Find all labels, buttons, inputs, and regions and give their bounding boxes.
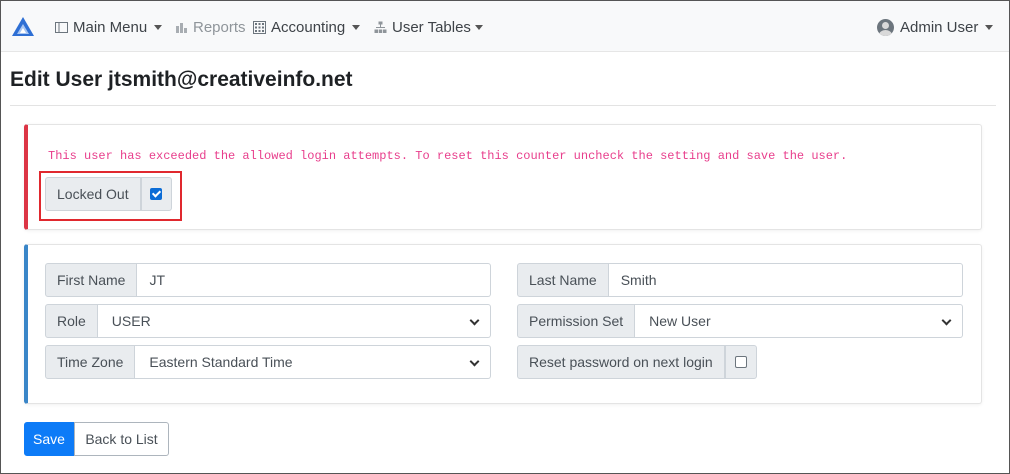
nav-accounting[interactable]: Accounting (253, 17, 361, 37)
nav-user-menu[interactable]: Admin User (877, 17, 994, 37)
role-group: Role USER (45, 304, 491, 338)
first-name-group: First Name JT (45, 263, 491, 297)
permission-set-select-value: New User (649, 313, 711, 329)
avatar-icon (877, 18, 894, 36)
time-zone-select[interactable]: Eastern Standard Time (135, 345, 491, 379)
locked-out-checkbox[interactable] (150, 188, 163, 200)
chevron-down-icon (474, 24, 483, 30)
first-name-input[interactable]: JT (137, 263, 491, 297)
chevron-down-icon (942, 317, 950, 325)
nav-main-menu[interactable]: Main Menu (55, 17, 163, 37)
lockout-card: This user has exceeded the allowed login… (24, 124, 982, 230)
nav-user-label: Admin User (900, 18, 979, 36)
last-name-group: Last Name Smith (517, 263, 963, 297)
time-zone-group: Time Zone Eastern Standard Time (45, 345, 491, 379)
permission-set-group: Permission Set New User (517, 304, 963, 338)
nav-reports[interactable]: Reports (175, 17, 246, 37)
reset-password-checkbox-wrap[interactable] (724, 345, 757, 379)
chevron-down-icon (470, 358, 478, 366)
nav-user-tables[interactable]: User Tables (374, 17, 483, 37)
chevron-down-icon (985, 24, 994, 30)
reset-password-label: Reset password on next login (517, 345, 725, 379)
bar-chart-icon (176, 22, 187, 33)
title-divider (10, 105, 996, 106)
lockout-warning-message: This user has exceeded the allowed login… (48, 149, 848, 163)
locked-out-label: Locked Out (45, 177, 141, 211)
menu-window-icon (55, 21, 68, 33)
top-navbar: Main Menu Reports Accounting User Tables… (1, 1, 1009, 52)
locked-out-checkbox-wrap[interactable] (140, 177, 172, 211)
time-zone-select-value: Eastern Standard Time (149, 354, 293, 370)
reset-password-group: Reset password on next login (517, 345, 757, 379)
sitemap-icon (374, 21, 387, 33)
user-details-card: First Name JT Last Name Smith Role USER … (24, 244, 982, 404)
role-select-value: USER (111, 313, 151, 329)
last-name-input[interactable]: Smith (608, 263, 963, 297)
page-title: Edit User jtsmith@creativeinfo.net (10, 68, 353, 91)
nav-accounting-label: Accounting (271, 18, 346, 36)
chevron-down-icon (470, 317, 478, 325)
permission-set-label: Permission Set (517, 304, 636, 338)
locked-out-group: Locked Out (45, 177, 172, 211)
back-to-list-button[interactable]: Back to List (74, 422, 169, 456)
permission-set-select[interactable]: New User (635, 304, 963, 338)
chevron-down-icon (154, 24, 163, 30)
calculator-icon (253, 20, 266, 34)
nav-user-tables-label: User Tables (392, 18, 471, 36)
first-name-label: First Name (45, 263, 138, 297)
reset-password-checkbox[interactable] (734, 356, 747, 368)
role-select[interactable]: USER (97, 304, 491, 338)
save-button[interactable]: Save (24, 422, 74, 456)
chevron-down-icon (352, 24, 361, 30)
time-zone-label: Time Zone (45, 345, 136, 379)
app-logo-icon[interactable] (11, 16, 35, 38)
last-name-label: Last Name (517, 263, 609, 297)
role-label: Role (45, 304, 98, 338)
nav-main-menu-label: Main Menu (73, 18, 148, 36)
nav-reports-label: Reports (193, 18, 246, 36)
